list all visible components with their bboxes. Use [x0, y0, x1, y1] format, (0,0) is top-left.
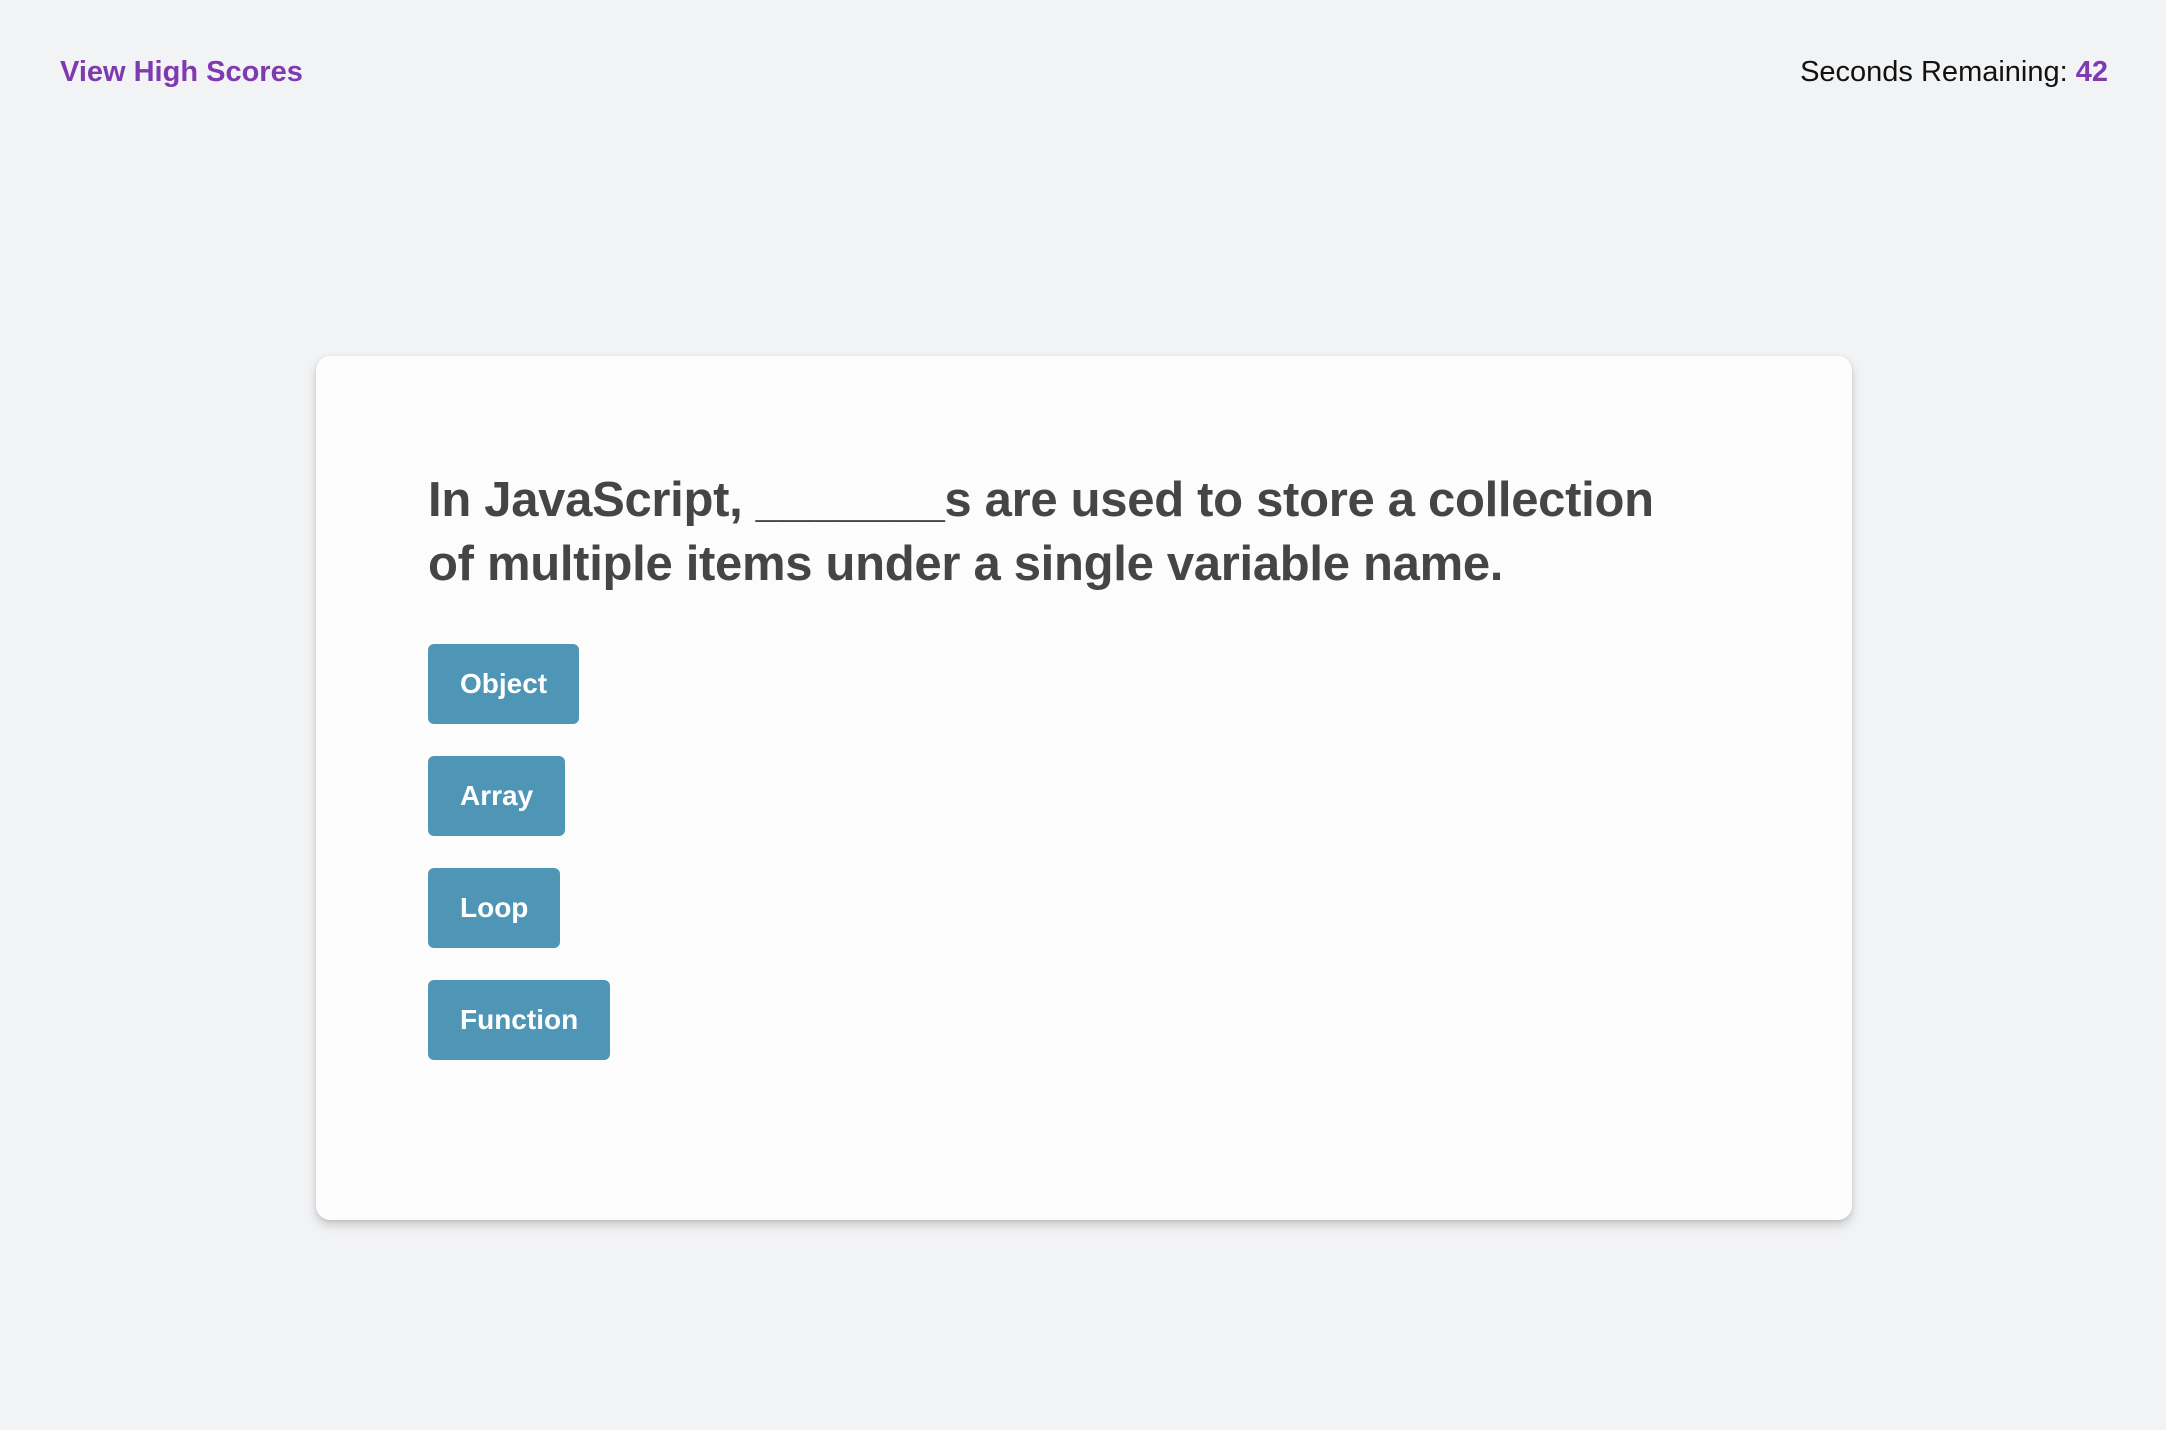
choice-button-array[interactable]: Array — [428, 756, 566, 836]
answer-choices: Object Array Loop Function — [428, 644, 611, 1092]
timer-label: Seconds Remaining: — [1800, 56, 2076, 88]
view-high-scores-link[interactable]: View High Scores — [60, 56, 303, 89]
timer-value: 42 — [2075, 56, 2108, 88]
choice-button-loop[interactable]: Loop — [428, 868, 561, 948]
choice-button-object[interactable]: Object — [428, 644, 580, 724]
question-text: In JavaScript, _______s are used to stor… — [428, 473, 1654, 591]
header: View High Scores Seconds Remaining: 42 — [0, 0, 2166, 150]
question-card: In JavaScript, _______s are used to stor… — [316, 356, 1852, 1220]
choice-button-function[interactable]: Function — [428, 980, 611, 1060]
timer: Seconds Remaining: 42 — [1800, 56, 2108, 89]
